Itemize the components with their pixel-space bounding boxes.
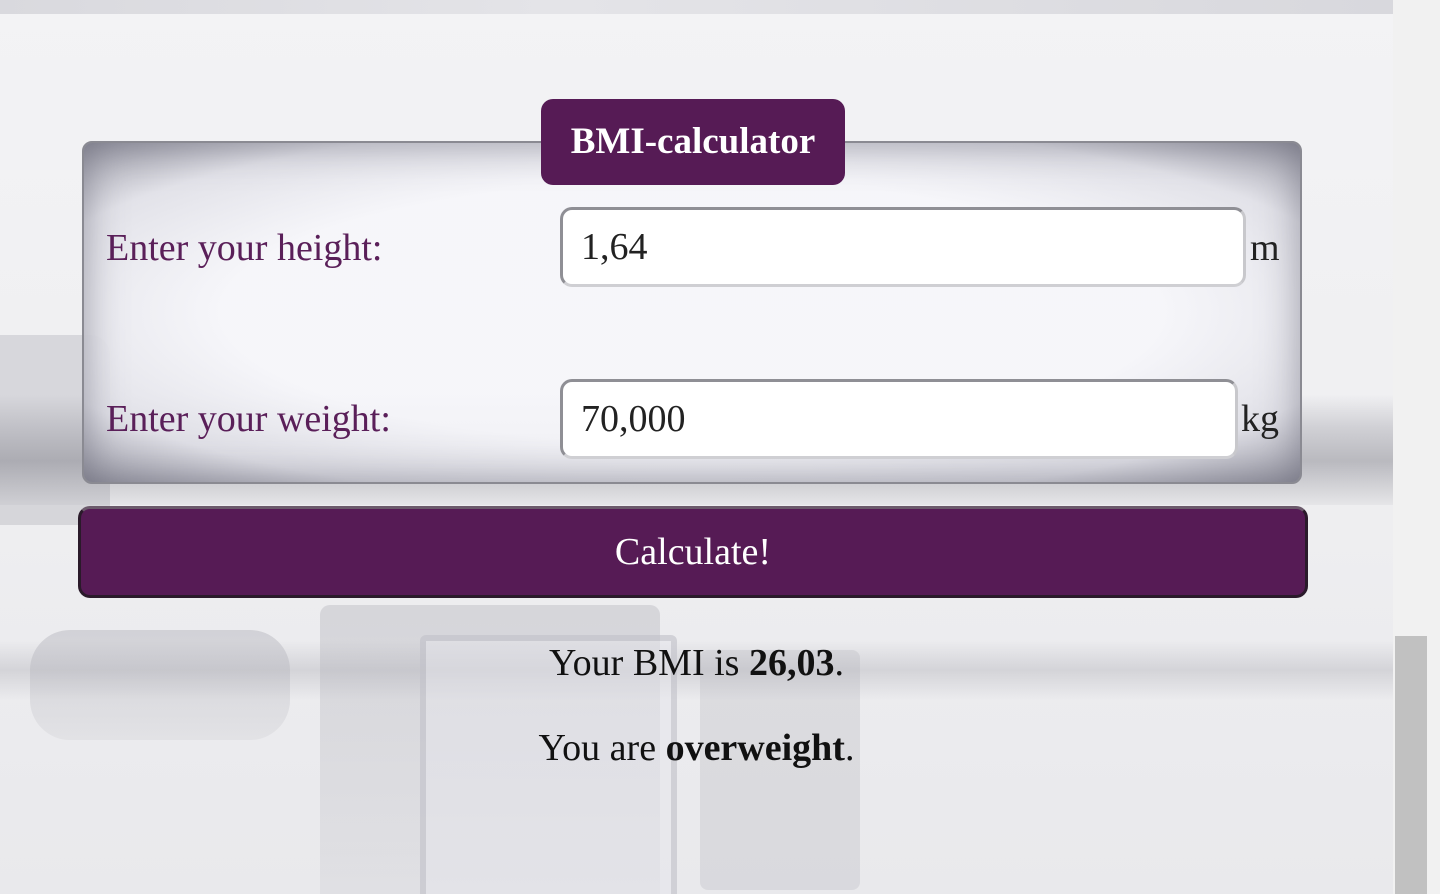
bmi-category-line: You are overweight. (0, 729, 1393, 767)
top-strip (0, 0, 1393, 14)
weight-unit: kg (1241, 398, 1279, 440)
calculator-title: BMI-calculator (541, 99, 845, 185)
bmi-result-line: Your BMI is 26,03. (0, 644, 1393, 682)
weight-label: Enter your weight: (106, 398, 391, 440)
calculate-button[interactable]: Calculate! (78, 506, 1308, 598)
bmi-category-suffix: . (844, 727, 855, 769)
page-scrollbar[interactable] (1393, 0, 1440, 894)
bmi-category: overweight (665, 727, 845, 769)
scale-right-block (700, 650, 860, 890)
bmi-value: 26,03 (748, 642, 835, 684)
bmi-result-suffix: . (834, 642, 844, 684)
weight-input[interactable] (560, 379, 1238, 459)
scrollbar-thumb[interactable] (1395, 636, 1427, 894)
height-unit: m (1250, 227, 1280, 269)
bmi-category-prefix: You are (538, 727, 666, 769)
height-input[interactable] (560, 207, 1246, 287)
height-label: Enter your height: (106, 227, 383, 269)
bmi-result-prefix: Your BMI is (549, 642, 749, 684)
